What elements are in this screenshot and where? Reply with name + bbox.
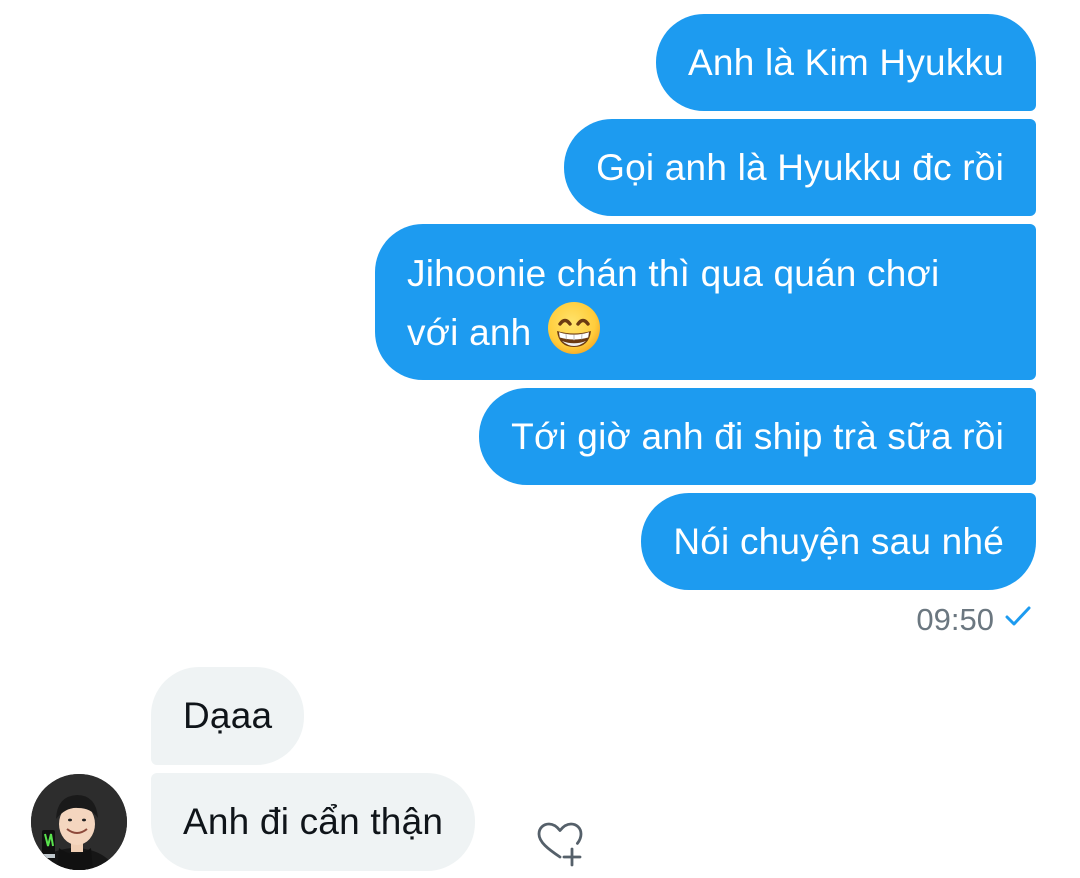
message-bubble-incoming[interactable]: Anh đi cẩn thận bbox=[151, 773, 476, 871]
message-text: Dạaa bbox=[183, 695, 273, 736]
message-bubble-incoming[interactable]: Dạaa bbox=[151, 667, 305, 765]
message-bubble-outgoing[interactable]: Gọi anh là Hyukku đc rồi bbox=[564, 119, 1036, 216]
sent-check-icon bbox=[1004, 602, 1032, 638]
message-timestamp: 09:50 bbox=[916, 598, 1032, 642]
message-text-line-2: với anh bbox=[407, 312, 532, 353]
message-bubble-outgoing[interactable]: Jihoonie chán thì qua quán chơi với anh bbox=[375, 224, 1036, 380]
message-bubble-outgoing[interactable]: Anh là Kim Hyukku bbox=[656, 14, 1036, 111]
grinning-face-emoji-icon bbox=[546, 300, 602, 370]
message-text: Tới giờ anh đi ship trà sữa rồi bbox=[511, 416, 1004, 457]
message-text: Anh là Kim Hyukku bbox=[688, 42, 1004, 83]
message-bubble-outgoing[interactable]: Tới giờ anh đi ship trà sữa rồi bbox=[479, 388, 1036, 485]
heart-plus-icon bbox=[534, 822, 586, 874]
avatar[interactable] bbox=[31, 774, 127, 870]
message-text-line-1: Jihoonie chán thì qua quán chơi bbox=[407, 253, 940, 294]
message-text: Anh đi cẩn thận bbox=[183, 801, 444, 842]
add-reaction-button[interactable] bbox=[534, 818, 586, 870]
message-text: Gọi anh là Hyukku đc rồi bbox=[596, 147, 1004, 188]
timestamp-text: 09:50 bbox=[916, 602, 994, 637]
message-text: Nói chuyện sau nhé bbox=[673, 521, 1004, 562]
message-bubble-outgoing[interactable]: Nói chuyện sau nhé bbox=[641, 493, 1036, 590]
